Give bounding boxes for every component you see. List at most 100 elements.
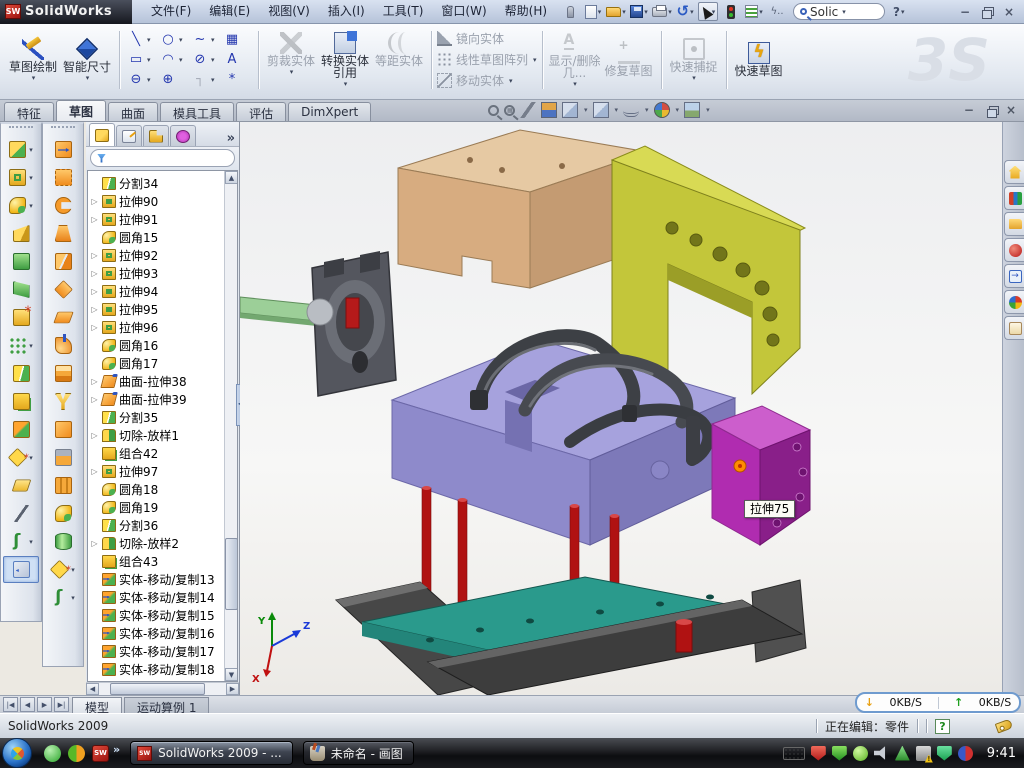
mt-mold-reference-button[interactable] bbox=[45, 556, 81, 583]
ft-hole-wizard-button[interactable] bbox=[3, 304, 39, 331]
expand-icon[interactable]: ▷ bbox=[90, 305, 99, 314]
taskbar-button-0[interactable]: SWSolidWorks 2009 - ... bbox=[130, 741, 293, 765]
tree-item[interactable]: 分割35 bbox=[90, 408, 237, 426]
linear-pattern-dropdown-icon[interactable] bbox=[29, 342, 33, 350]
expand-icon[interactable]: ▷ bbox=[90, 323, 99, 332]
menu-item-0[interactable]: 文件(F) bbox=[142, 0, 200, 23]
cm-dropdown-icon[interactable] bbox=[344, 80, 348, 88]
tree-item[interactable]: 实体-移动/复制14 bbox=[90, 588, 237, 606]
spline-dropdown-icon[interactable] bbox=[211, 36, 215, 44]
minimize-button[interactable]: − bbox=[956, 4, 974, 20]
edit-appearance-dropdown-icon[interactable] bbox=[676, 106, 680, 114]
tree-item[interactable]: ▷切除-放样2 bbox=[90, 534, 237, 552]
cm-dropdown-icon[interactable] bbox=[86, 74, 90, 82]
expand-icon[interactable]: ▷ bbox=[90, 269, 99, 278]
file-explorer-button[interactable] bbox=[1004, 212, 1024, 236]
tree-item[interactable]: 实体-移动/复制13 bbox=[90, 570, 237, 588]
expand-icon[interactable]: ▷ bbox=[90, 431, 99, 440]
reference-geometry-dropdown-icon[interactable] bbox=[29, 454, 33, 462]
ft-move-copy-body-button[interactable] bbox=[3, 416, 39, 443]
expand-icon[interactable]: ▷ bbox=[90, 395, 99, 404]
search-input[interactable]: Solic bbox=[810, 5, 838, 19]
tree-item[interactable]: ▷拉伸92 bbox=[90, 246, 237, 264]
tree-item[interactable]: 实体-移动/复制18 bbox=[90, 660, 237, 678]
taskbar-clock[interactable]: 9:41 bbox=[987, 746, 1016, 761]
close-button[interactable]: × bbox=[1000, 4, 1018, 20]
toolbar-grip[interactable] bbox=[51, 126, 75, 133]
tree-item[interactable]: ▷拉伸90 bbox=[90, 192, 237, 210]
defense-shield-tray-icon[interactable] bbox=[832, 746, 847, 761]
tag-icon[interactable] bbox=[995, 719, 1013, 734]
ft-axis-button[interactable] bbox=[3, 500, 39, 527]
tree-filter-input[interactable] bbox=[90, 149, 235, 167]
rebuild-button[interactable] bbox=[721, 2, 741, 21]
ft-split-button[interactable] bbox=[3, 360, 39, 387]
ft-curve-button[interactable] bbox=[3, 528, 39, 555]
tree-item[interactable]: 分割34 bbox=[90, 174, 237, 192]
tree-item[interactable]: 圆角15 bbox=[90, 228, 237, 246]
mt-extruded-surface-button[interactable] bbox=[45, 136, 81, 163]
tab-曲面[interactable]: 曲面 bbox=[108, 102, 158, 121]
curve-dropdown-icon[interactable] bbox=[29, 538, 33, 546]
new-document-dropdown-icon[interactable] bbox=[598, 8, 602, 16]
dimxpert-manager-tab[interactable] bbox=[170, 125, 196, 146]
previous-view-icon[interactable] bbox=[520, 102, 536, 118]
ft-combine-button[interactable] bbox=[3, 388, 39, 415]
tree-item[interactable]: 实体-移动/复制16 bbox=[90, 624, 237, 642]
menu-item-3[interactable]: 插入(I) bbox=[319, 0, 374, 23]
new-document-button[interactable] bbox=[583, 2, 603, 21]
keyboard-tray-icon[interactable] bbox=[783, 747, 805, 760]
network-warning-tray-icon[interactable] bbox=[916, 746, 931, 761]
property-manager-tab[interactable] bbox=[116, 125, 142, 146]
mt-offset-surface-button[interactable] bbox=[45, 276, 81, 303]
gripper-red-insert[interactable] bbox=[346, 298, 359, 328]
circle-dropdown-icon[interactable] bbox=[179, 36, 183, 44]
green-badge-tray-icon[interactable] bbox=[853, 746, 868, 761]
help-button[interactable]: ? bbox=[893, 5, 900, 19]
menu-item-5[interactable]: 窗口(W) bbox=[432, 0, 495, 23]
appearances-button[interactable] bbox=[1004, 290, 1024, 314]
mt-mold-curve-button[interactable] bbox=[45, 584, 81, 611]
slot-dropdown-icon[interactable] bbox=[147, 76, 151, 84]
protect-shield-tray-icon[interactable] bbox=[937, 746, 952, 761]
ft-swept-boss-button[interactable] bbox=[3, 220, 39, 247]
toolbar-grip[interactable] bbox=[9, 126, 33, 133]
ft-plane-button[interactable] bbox=[3, 472, 39, 499]
arc-dropdown-icon[interactable] bbox=[179, 56, 183, 64]
menu-item-6[interactable]: 帮助(H) bbox=[496, 0, 556, 23]
cm-sketch-button[interactable]: 草图绘制 bbox=[6, 36, 60, 84]
expand-icon[interactable]: ▷ bbox=[90, 539, 99, 548]
sketch-arc-button[interactable]: ◠ bbox=[157, 52, 189, 68]
apply-scene-icon[interactable] bbox=[684, 102, 700, 118]
tree-item[interactable]: 组合42 bbox=[90, 444, 237, 462]
tab-模具工具[interactable]: 模具工具 bbox=[160, 102, 234, 121]
search-box[interactable]: Solic bbox=[793, 3, 885, 20]
custom-properties-button[interactable] bbox=[1004, 316, 1024, 340]
panel-expand-icon[interactable]: » bbox=[227, 131, 235, 146]
antivirus-shield-tray-icon[interactable] bbox=[811, 746, 826, 761]
ft-boss-body-button[interactable] bbox=[3, 248, 39, 275]
tree-item[interactable]: 圆角18 bbox=[90, 480, 237, 498]
expand-icon[interactable]: ▷ bbox=[90, 215, 99, 224]
solidworks-quicklaunch-icon[interactable]: SW bbox=[92, 745, 109, 762]
design-library-button[interactable] bbox=[1004, 186, 1024, 210]
select-button[interactable] bbox=[698, 2, 718, 21]
save-dropdown-icon[interactable] bbox=[644, 8, 648, 16]
dual-badge-tray-icon[interactable] bbox=[958, 746, 973, 761]
print-button[interactable] bbox=[652, 2, 672, 21]
tree-item[interactable]: 圆角19 bbox=[90, 498, 237, 516]
tree-item[interactable]: ▷拉伸93 bbox=[90, 264, 237, 282]
display-style-dropdown-icon[interactable] bbox=[615, 106, 619, 114]
sync-tray-icon[interactable] bbox=[895, 746, 910, 761]
mt-core-button[interactable] bbox=[45, 528, 81, 555]
ft-cut-body-button[interactable] bbox=[3, 276, 39, 303]
tree-item[interactable]: ▷拉伸94 bbox=[90, 282, 237, 300]
tree-item[interactable]: 组合43 bbox=[90, 552, 237, 570]
mold-reference-dropdown-icon[interactable] bbox=[71, 566, 75, 574]
view-palette-button[interactable] bbox=[1004, 264, 1024, 288]
undo-button[interactable] bbox=[675, 2, 695, 21]
tree-item[interactable]: ▷切除-放样1 bbox=[90, 426, 237, 444]
extruded-cut-dropdown-icon[interactable] bbox=[29, 174, 33, 182]
mt-ruled-surface-button[interactable] bbox=[45, 220, 81, 247]
overflow-button[interactable] bbox=[767, 2, 787, 21]
